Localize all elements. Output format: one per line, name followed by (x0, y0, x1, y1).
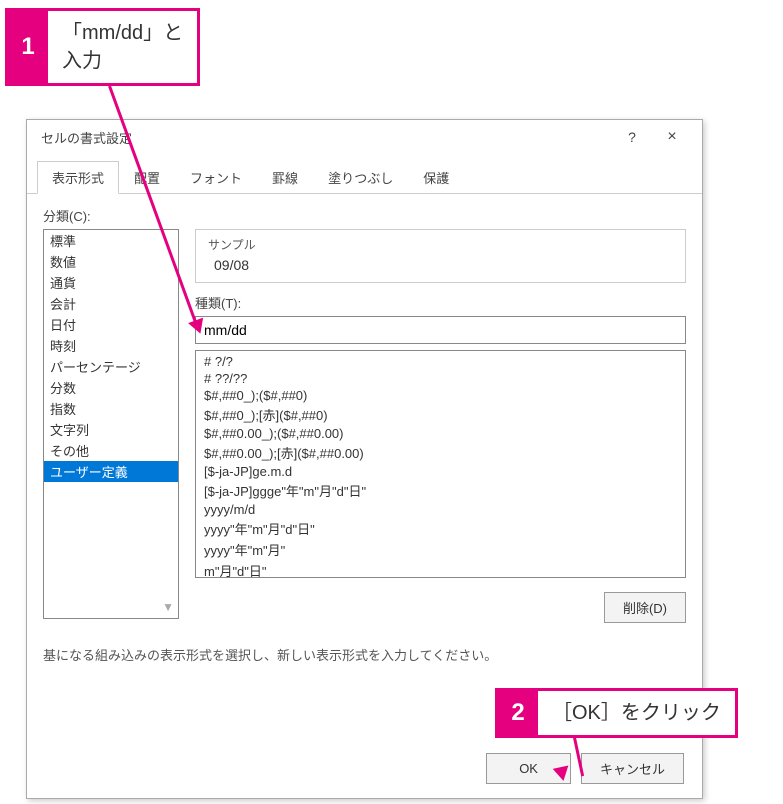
format-item[interactable]: [$-ja-JP]ge.m.d (196, 463, 685, 480)
category-label: 分類(C): (43, 206, 686, 225)
type-label: 種類(T): (195, 293, 686, 312)
format-item[interactable]: $#,##0_);[赤]($#,##0) (196, 404, 685, 425)
format-item[interactable]: m"月"d"日" (196, 560, 685, 578)
tab-font[interactable]: フォント (175, 161, 257, 194)
tab-border[interactable]: 罫線 (257, 161, 313, 194)
category-item-number[interactable]: 数値 (44, 251, 178, 272)
category-item-scientific[interactable]: 指数 (44, 398, 178, 419)
category-item-text[interactable]: 文字列 (44, 419, 178, 440)
tab-protection[interactable]: 保護 (408, 161, 464, 194)
category-item-custom[interactable]: ユーザー定義 (44, 461, 178, 482)
delete-button[interactable]: 削除(D) (604, 592, 686, 623)
format-item[interactable]: $#,##0_);($#,##0) (196, 387, 685, 404)
category-item-fraction[interactable]: 分数 (44, 377, 178, 398)
format-item[interactable]: yyyy"年"m"月"d"日" (196, 518, 685, 539)
dialog-tabs: 表示形式 配置 フォント 罫線 塗りつぶし 保護 (27, 154, 702, 194)
sample-label: サンプル (208, 238, 673, 254)
format-item[interactable]: [$-ja-JP]ggge"年"m"月"d"日" (196, 480, 685, 501)
help-button[interactable]: ? (612, 123, 652, 151)
tab-fill[interactable]: 塗りつぶし (313, 161, 408, 194)
help-icon: ? (628, 129, 636, 145)
format-item[interactable]: # ?/? (196, 353, 685, 370)
dialog-footer: OK キャンセル (486, 753, 684, 784)
tab-number-format[interactable]: 表示形式 (37, 161, 119, 194)
format-item[interactable]: # ??/?? (196, 370, 685, 387)
format-detail-panel: サンプル 09/08 種類(T): # ?/? # ??/?? $#,##0_)… (195, 229, 686, 623)
format-item[interactable]: $#,##0.00_);($#,##0.00) (196, 425, 685, 442)
cancel-button[interactable]: キャンセル (581, 753, 684, 784)
callout-1-number: 1 (8, 11, 48, 83)
format-item[interactable]: $#,##0.00_);[赤]($#,##0.00) (196, 442, 685, 463)
callout-2: 2 ［OK］をクリック (495, 688, 738, 738)
callout-1: 1 「mm/dd」と 入力 (5, 8, 200, 86)
category-listbox[interactable]: 標準 数値 通貨 会計 日付 時刻 パーセンテージ 分数 指数 文字列 その他 … (43, 229, 179, 619)
callout-2-text: ［OK］をクリック (538, 691, 735, 735)
type-input[interactable] (195, 316, 686, 344)
hint-text: 基になる組み込みの表示形式を選択し、新しい表示形式を入力してください。 (27, 635, 702, 664)
category-item-standard[interactable]: 標準 (44, 230, 178, 251)
close-button[interactable]: × (652, 123, 692, 151)
category-item-percentage[interactable]: パーセンテージ (44, 356, 178, 377)
category-item-date[interactable]: 日付 (44, 314, 178, 335)
dialog-body: 分類(C): 標準 数値 通貨 会計 日付 時刻 パーセンテージ 分数 指数 文… (27, 194, 702, 635)
callout-2-number: 2 (498, 691, 538, 735)
scroll-down-icon[interactable]: ▼ (162, 600, 174, 614)
sample-value: 09/08 (208, 256, 673, 274)
sample-box: サンプル 09/08 (195, 229, 686, 283)
close-icon: × (667, 128, 676, 146)
category-item-currency[interactable]: 通貨 (44, 272, 178, 293)
category-item-time[interactable]: 時刻 (44, 335, 178, 356)
category-item-accounting[interactable]: 会計 (44, 293, 178, 314)
format-listbox[interactable]: # ?/? # ??/?? $#,##0_);($#,##0) $#,##0_)… (195, 350, 686, 578)
category-item-other[interactable]: その他 (44, 440, 178, 461)
callout-1-text: 「mm/dd」と 入力 (48, 11, 197, 83)
format-item[interactable]: yyyy"年"m"月" (196, 539, 685, 560)
format-item[interactable]: yyyy/m/d (196, 501, 685, 518)
